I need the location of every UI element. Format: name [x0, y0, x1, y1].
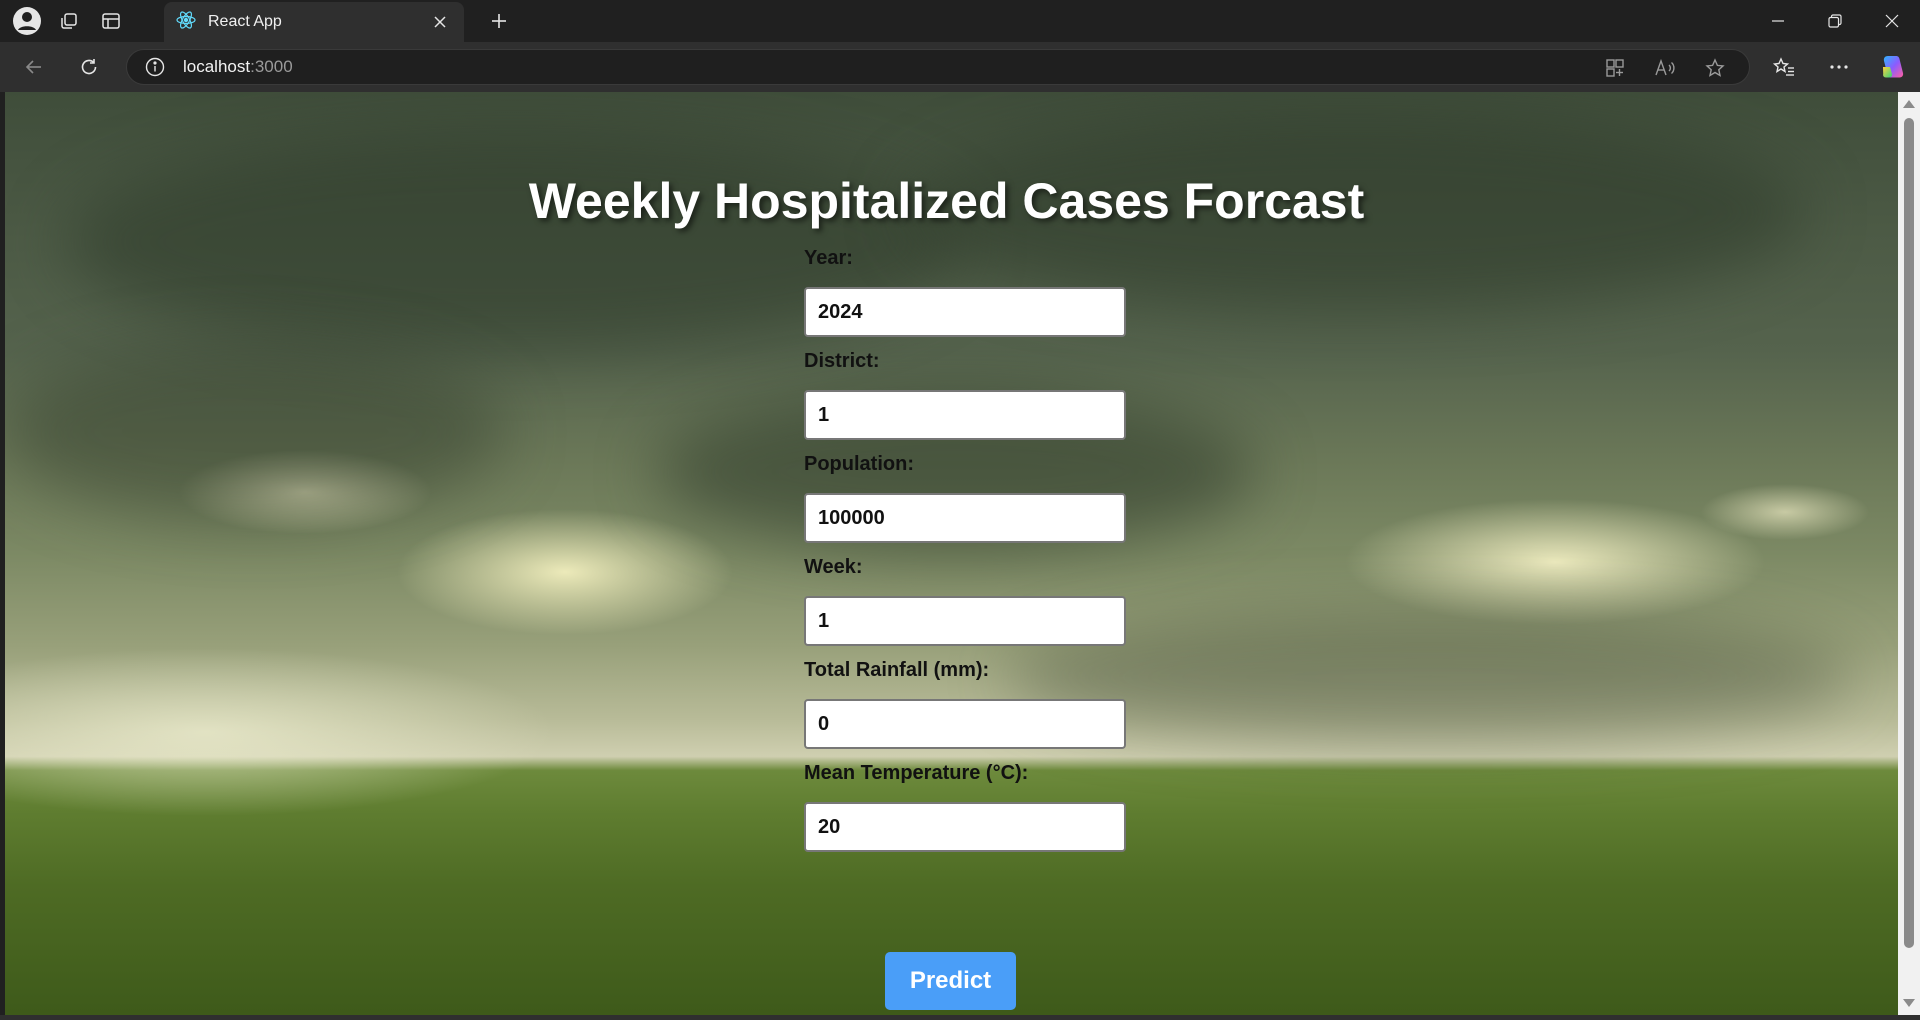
- url-host: localhost: [183, 57, 251, 76]
- population-label: Population:: [804, 453, 914, 475]
- close-window-icon[interactable]: [1863, 0, 1920, 42]
- district-label: District:: [804, 350, 880, 372]
- week-input[interactable]: [804, 596, 1126, 646]
- address-bar[interactable]: localhost:3000: [126, 49, 1750, 85]
- url-port: :3000: [250, 57, 293, 76]
- year-input[interactable]: [804, 287, 1126, 337]
- more-options-icon[interactable]: [1823, 51, 1855, 83]
- cloud-shape: [5, 342, 505, 522]
- app-available-icon[interactable]: [1599, 54, 1631, 82]
- browser-toolbar: localhost:3000: [0, 42, 1920, 92]
- back-arrow-icon[interactable]: [18, 51, 50, 83]
- scrollbar-thumb[interactable]: [1904, 118, 1914, 948]
- predict-button[interactable]: Predict: [885, 952, 1016, 1010]
- restore-icon[interactable]: [1806, 0, 1863, 42]
- mean-temperature-input[interactable]: [804, 802, 1126, 852]
- total-rainfall-input[interactable]: [804, 699, 1126, 749]
- browser-titlebar: React App: [0, 0, 1920, 42]
- page-scrollbar[interactable]: [1898, 92, 1920, 1015]
- url-text: localhost:3000: [183, 57, 293, 77]
- district-input[interactable]: [804, 390, 1126, 440]
- favorite-star-icon[interactable]: [1699, 54, 1731, 82]
- population-input[interactable]: [804, 493, 1126, 543]
- tab-react-app[interactable]: React App: [164, 2, 464, 42]
- tab-title: React App: [208, 13, 282, 30]
- site-info-icon[interactable]: [145, 57, 165, 77]
- vertical-tabs-icon[interactable]: [94, 4, 128, 38]
- profile-icon[interactable]: [10, 4, 44, 38]
- close-tab-icon[interactable]: [428, 10, 452, 34]
- mean-temperature-label: Mean Temperature (°C):: [804, 762, 1029, 784]
- refresh-icon[interactable]: [73, 51, 105, 83]
- workspaces-icon[interactable]: [52, 4, 86, 38]
- page-title: Weekly Hospitalized Cases Forcast: [528, 173, 1365, 229]
- copilot-icon[interactable]: [1877, 51, 1909, 83]
- react-logo-icon: [176, 10, 196, 35]
- read-aloud-icon[interactable]: [1649, 54, 1681, 82]
- new-tab-icon[interactable]: [482, 4, 516, 38]
- favorites-icon[interactable]: [1768, 51, 1800, 83]
- window-bottom-edge: [0, 1015, 1920, 1020]
- page-viewport: Weekly Hospitalized Cases Forcast Year: …: [5, 92, 1898, 1015]
- forecast-form: Year: District: Population: Week: Total …: [804, 247, 1134, 865]
- minimize-icon[interactable]: [1749, 0, 1806, 42]
- week-label: Week:: [804, 556, 863, 578]
- year-label: Year:: [804, 247, 853, 269]
- window-controls: [1749, 0, 1920, 42]
- scroll-down-icon[interactable]: [1903, 999, 1915, 1007]
- total-rainfall-label: Total Rainfall (mm):: [804, 659, 990, 681]
- scroll-up-icon[interactable]: [1903, 100, 1915, 108]
